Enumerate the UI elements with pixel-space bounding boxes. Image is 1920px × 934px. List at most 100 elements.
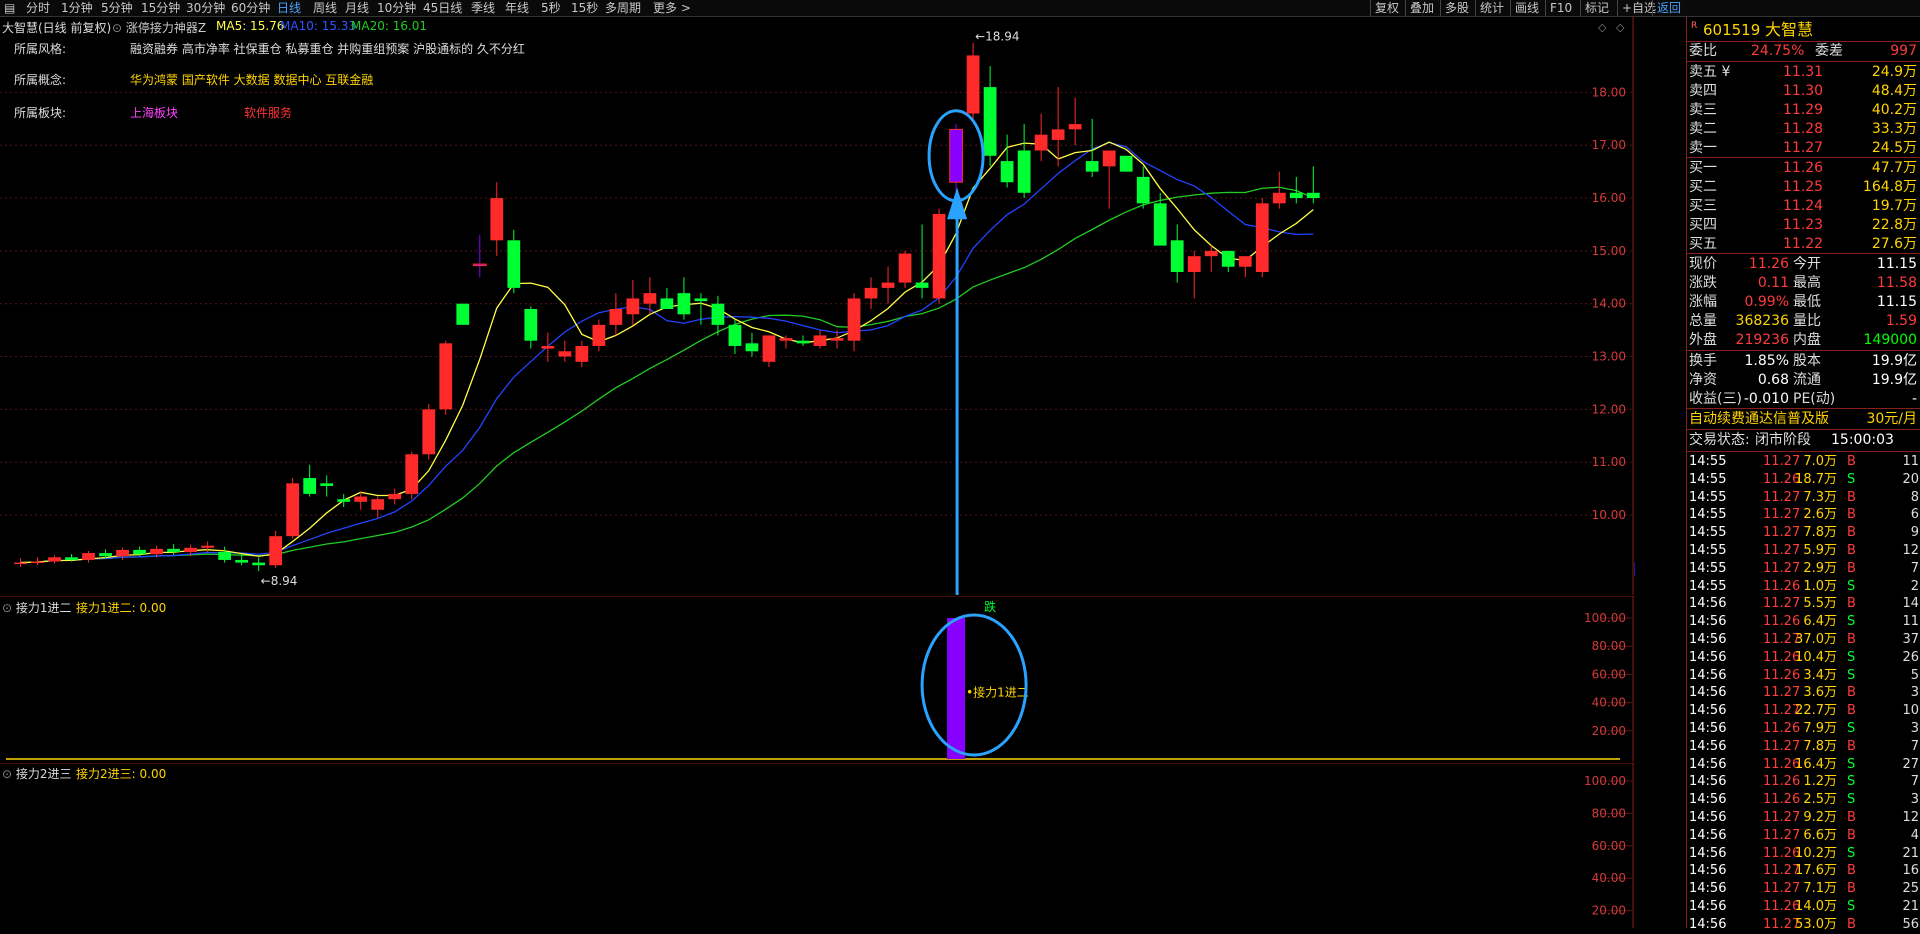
period-tab-12[interactable]: 年线: [505, 0, 529, 16]
period-tab-11[interactable]: 季线: [471, 0, 495, 16]
candle-body: [694, 298, 708, 302]
candle-body: [48, 557, 61, 562]
tick-row: 14:55 11.27 7.3万 B 8: [1689, 489, 1919, 505]
toolbar-button-8[interactable]: 返回: [1652, 0, 1685, 16]
candle: [472, 235, 487, 278]
candle: [303, 464, 317, 497]
ad-banner[interactable]: 自动续费通达信普及版 30元/月: [1687, 410, 1920, 428]
menu-icon[interactable]: ▤: [4, 0, 15, 16]
period-tab-10[interactable]: 45日线: [423, 0, 462, 16]
candle-body: [422, 409, 436, 455]
signal-marker: 跌: [984, 599, 996, 614]
candle: [898, 250, 912, 288]
candle: [1102, 150, 1116, 209]
indicator-name[interactable]: ⊙ 涨停接力神器Z: [112, 19, 206, 36]
axis-label: 80.00: [1592, 806, 1626, 820]
candle-body: [1000, 161, 1014, 183]
period-tab-13[interactable]: 5秒: [541, 0, 561, 16]
candle-body: [439, 343, 453, 410]
indicator-chart-1[interactable]: 100.00 80.00 60.00 40.00 20.00 •接力1进二 跌: [0, 596, 1635, 762]
axis-label: 100.00: [1584, 774, 1626, 788]
candle: [813, 330, 827, 349]
bid-row: 买五 11.22 27.6万: [1689, 236, 1917, 252]
candle-body: [1102, 150, 1116, 167]
axis-label: 11.00: [1592, 455, 1626, 469]
sector-software[interactable]: 软件服务: [244, 104, 292, 121]
candle-body: [1170, 240, 1184, 273]
candle-body: [762, 335, 776, 362]
quote-row: 总量 368236 量比 1.59: [1689, 313, 1917, 329]
candle: [1119, 155, 1133, 172]
period-tab-0[interactable]: 分时: [26, 0, 50, 16]
quote-row: 涨幅 0.99% 最低 11.15: [1689, 294, 1917, 310]
toolbar-button-5[interactable]: F10: [1545, 0, 1576, 16]
style-label: 所属风格:: [14, 42, 67, 56]
diamond-icon: ◇: [1616, 21, 1625, 34]
toolbar-button-6[interactable]: 标记: [1580, 0, 1613, 16]
toolbar-button-1[interactable]: 叠加: [1405, 0, 1438, 16]
indicator-chart-2[interactable]: 100.00 80.00 60.00 40.00 20.00: [0, 763, 1635, 928]
candle-body: [643, 293, 657, 304]
candle-body: [558, 351, 572, 357]
candle: [337, 493, 351, 508]
candle: [1306, 166, 1320, 204]
bid-row: 买二 11.25 164.8万: [1689, 179, 1917, 195]
candle-body: [1255, 203, 1269, 273]
period-tab-14[interactable]: 15秒: [571, 0, 598, 16]
period-tab-16[interactable]: 更多 >: [653, 0, 691, 16]
candle: [252, 557, 266, 572]
toolbar-button-0[interactable]: 复权: [1370, 0, 1403, 16]
toolbar-button-4[interactable]: 画线: [1510, 0, 1543, 16]
period-tab-2[interactable]: 5分钟: [101, 0, 133, 16]
period-tab-15[interactable]: 多周期: [605, 0, 641, 16]
tick-row: 14:55 11.27 5.9万 B 12: [1689, 543, 1919, 558]
axis-label: 16.00: [1592, 191, 1626, 205]
candle: [762, 335, 776, 368]
ask-row: 卖一 11.27 24.5万: [1689, 140, 1917, 156]
candle: [626, 279, 640, 325]
candle: [847, 293, 861, 352]
sector-shanghai[interactable]: 上海板块: [130, 104, 178, 121]
axis-label: 80.00: [1592, 639, 1626, 653]
axis-label: 10.00: [1592, 508, 1626, 522]
candle: [388, 488, 402, 505]
axis-label: 18.00: [1592, 85, 1626, 99]
candle-body: [14, 562, 27, 565]
sub1-value: 接力1进二: 0.00: [76, 601, 167, 615]
tick-row: 14:55 11.27 2.9万 B 7: [1689, 560, 1919, 576]
candle-body: [456, 303, 470, 325]
candle-body: [983, 87, 997, 156]
period-tab-8[interactable]: 月线: [345, 0, 369, 16]
candle: [677, 277, 691, 320]
candle: [983, 65, 997, 167]
candle: [1034, 113, 1048, 162]
candle-body: [524, 309, 538, 341]
toolbar-button-2[interactable]: 多股: [1440, 0, 1473, 16]
candle: [218, 546, 232, 563]
axis-label: 100.00: [1584, 611, 1626, 625]
tick-row: 14:56 11.26 14.0万 S 21: [1689, 899, 1919, 914]
candle: [864, 277, 878, 309]
period-tab-4[interactable]: 30分钟: [186, 0, 225, 16]
candle: [524, 306, 538, 349]
period-tab-5[interactable]: 60分钟: [231, 0, 270, 16]
toolbar-button-3[interactable]: 统计: [1475, 0, 1508, 16]
tick-row: 14:56 11.27 6.6万 B 4: [1689, 827, 1919, 843]
candle-body: [184, 547, 197, 553]
sub2-value: 接力2进三: 0.00: [76, 767, 167, 781]
axis-label: 12.00: [1592, 402, 1626, 416]
candle-body: [472, 263, 487, 267]
period-tab-9[interactable]: 10分钟: [377, 0, 416, 16]
period-tab-6[interactable]: 日线: [277, 0, 301, 16]
candle-body: [1187, 256, 1201, 273]
tick-row: 14:56 11.27 9.2万 B 12: [1689, 810, 1919, 825]
period-tab-1[interactable]: 1分钟: [61, 0, 93, 16]
ma5-label: MA5: 15.76: [216, 19, 285, 33]
candle-body: [1051, 129, 1065, 140]
period-tab-7[interactable]: 周线: [313, 0, 337, 16]
candle-body: [354, 496, 368, 502]
ma20-label: MA20: 16.01: [351, 19, 428, 33]
period-tab-3[interactable]: 15分钟: [141, 0, 180, 16]
axis-label: 40.00: [1592, 871, 1626, 885]
axis-label: 60.00: [1592, 667, 1626, 681]
